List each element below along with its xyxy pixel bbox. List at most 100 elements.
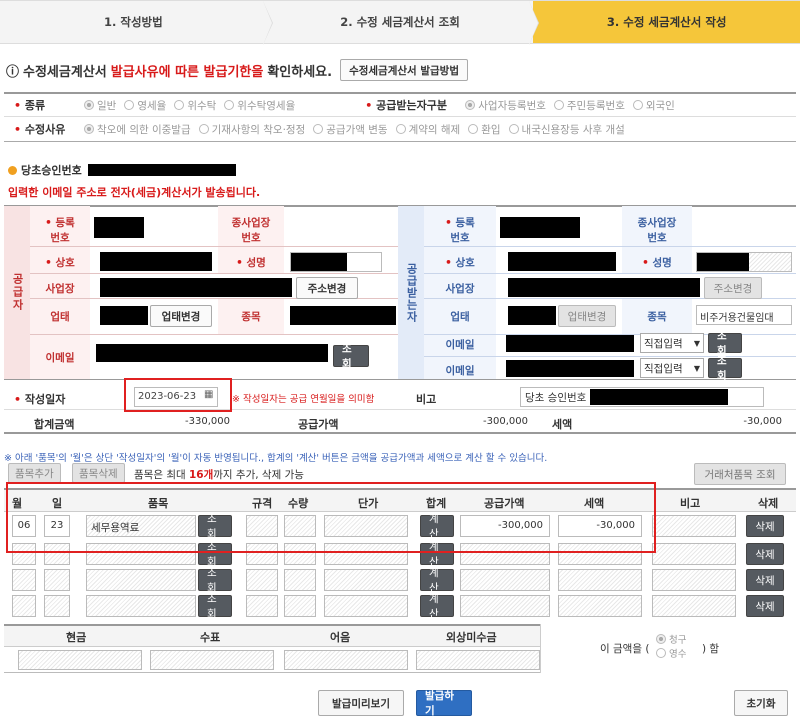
supplier-biztype-change-button[interactable]: 업태변경 bbox=[150, 305, 212, 327]
buyer-email2-lookup-button[interactable]: 조회 bbox=[708, 355, 742, 382]
supplier-item-value bbox=[290, 306, 396, 325]
payment-note-label: 어음 bbox=[330, 631, 351, 644]
email-notice: 입력한 이메일 주소로 전자(세금)계산서가 발송됩니다. bbox=[8, 186, 261, 199]
type-zero-rate-radio[interactable]: 영세율 bbox=[124, 98, 166, 113]
buyer-biztype-value bbox=[508, 306, 556, 325]
row-delete-button[interactable]: 삭제 bbox=[746, 543, 784, 565]
day-field[interactable] bbox=[44, 569, 70, 591]
spec-field[interactable] bbox=[246, 569, 278, 591]
payment-note-field[interactable] bbox=[284, 650, 408, 670]
supplier-address-value bbox=[100, 278, 292, 297]
item-lookup-button[interactable]: 조회 bbox=[198, 567, 232, 594]
reason-duplicate-radio[interactable]: 착오에 의한 이중발급 bbox=[84, 122, 191, 137]
supply-amount-field[interactable] bbox=[460, 595, 550, 617]
bullet-icon bbox=[8, 165, 17, 175]
recipient-bizno-radio[interactable]: 사업자등록번호 bbox=[465, 98, 546, 113]
buyer-email2-select[interactable]: 직접입력 ▼ bbox=[640, 358, 704, 378]
payment-check-field[interactable] bbox=[150, 650, 274, 670]
supplier-side-label: 공급자 bbox=[4, 206, 30, 379]
payment-cash-label: 현금 bbox=[66, 631, 87, 644]
payment-receipt-radio[interactable]: 영수 bbox=[656, 646, 686, 660]
calc-button[interactable]: 계산 bbox=[420, 593, 454, 620]
reason-lc-radio[interactable]: 내국신용장등 사후 개설 bbox=[508, 122, 625, 137]
row-delete-button[interactable]: 삭제 bbox=[746, 515, 784, 537]
remark-item-field[interactable] bbox=[652, 515, 736, 537]
reason-correction-radio[interactable]: 기재사항의 착오·정정 bbox=[198, 122, 305, 137]
issue-button[interactable]: 발급하기 bbox=[416, 690, 472, 717]
type-consign-zero-radio[interactable]: 위수탁영세율 bbox=[224, 98, 295, 113]
unit-price-field[interactable] bbox=[324, 569, 408, 591]
supplier-email-lookup-button[interactable]: 조회 bbox=[333, 343, 369, 370]
issue-method-button[interactable]: 수정세금계산서 발급방법 bbox=[340, 59, 468, 81]
remark-item-field[interactable] bbox=[652, 569, 736, 591]
item-name-field[interactable] bbox=[86, 569, 196, 591]
supplier-rep-field[interactable] bbox=[290, 252, 382, 272]
reason-cancel-radio[interactable]: 계약의 해제 bbox=[395, 122, 460, 137]
qty-field[interactable] bbox=[284, 595, 316, 617]
buyer-email1-lookup-button[interactable]: 조회 bbox=[708, 330, 742, 357]
month-field[interactable] bbox=[12, 595, 36, 617]
buyer-regno-label: • 등록 번호 bbox=[445, 217, 475, 244]
delete-item-button[interactable]: 품목삭제 bbox=[72, 463, 125, 483]
tax-amount-field[interactable] bbox=[558, 595, 642, 617]
add-item-button[interactable]: 품목추가 bbox=[8, 463, 61, 483]
supplier-name-label: • 상호 bbox=[45, 257, 75, 269]
type-consign-radio[interactable]: 위수탁 bbox=[174, 98, 216, 113]
items-notice: ※ 아래 '품목'의 '월'은 상단 '작성일자'의 '월'이 자동 반영됩니다… bbox=[4, 453, 548, 464]
recipient-rrn-radio[interactable]: 주민등록번호 bbox=[553, 98, 625, 113]
type-general-radio[interactable]: 일반 bbox=[84, 98, 116, 113]
unit-price-field[interactable] bbox=[324, 595, 408, 617]
buyer-email1-select[interactable]: 직접입력 ▼ bbox=[640, 333, 704, 353]
supplier-rep-label: • 성명 bbox=[236, 257, 266, 269]
reason-return-radio[interactable]: 환입 bbox=[468, 122, 501, 137]
recipient-foreigner-radio[interactable]: 외국인 bbox=[632, 98, 675, 113]
buyer-branch-label: 종사업장 번호 bbox=[637, 217, 677, 244]
day-field[interactable] bbox=[44, 595, 70, 617]
payment-claim-radio[interactable]: 청구 bbox=[656, 632, 686, 646]
step-3-active: 3. 수정 세금계산서 작성 bbox=[533, 0, 800, 44]
tax-label: 세액 bbox=[552, 418, 573, 431]
supplier-name-value bbox=[100, 252, 212, 271]
supply-label: 공급가액 bbox=[298, 418, 339, 431]
row-delete-button[interactable]: 삭제 bbox=[746, 595, 784, 617]
supplier-address-change-button[interactable]: 주소변경 bbox=[296, 277, 358, 299]
approval-number-value bbox=[87, 164, 236, 176]
month-field[interactable] bbox=[12, 569, 36, 591]
trade-item-lookup-button[interactable]: 거래처품목 조회 bbox=[694, 463, 786, 485]
date-highlight-box bbox=[124, 378, 232, 412]
supplier-email-value bbox=[96, 344, 328, 362]
payment-cash-field[interactable] bbox=[18, 650, 142, 670]
buyer-item-field[interactable]: 비주거용건물임대 bbox=[696, 305, 792, 325]
buyer-name-value bbox=[508, 252, 616, 271]
item-name-field[interactable] bbox=[86, 595, 196, 617]
buyer-rep-label: • 성명 bbox=[642, 257, 672, 269]
remark-item-field[interactable] bbox=[652, 595, 736, 617]
supplier-biztype-label: 업태 bbox=[50, 311, 70, 323]
supply-amount: -300,000 bbox=[483, 416, 528, 427]
tax-amount-field[interactable] bbox=[558, 569, 642, 591]
qty-field[interactable] bbox=[284, 569, 316, 591]
spec-field[interactable] bbox=[246, 595, 278, 617]
reset-button[interactable]: 초기화 bbox=[734, 690, 788, 716]
supplier-branch-label: 종사업장 번호 bbox=[231, 217, 271, 244]
buyer-biztype-change-button[interactable]: 업태변경 bbox=[558, 305, 616, 327]
info-circle-icon: ⓘ bbox=[6, 64, 20, 80]
calc-button[interactable]: 계산 bbox=[420, 567, 454, 594]
date-label: • 작성일자 bbox=[14, 393, 66, 406]
buyer-address-change-button[interactable]: 주소변경 bbox=[704, 277, 762, 299]
reason-price-change-radio[interactable]: 공급가액 변동 bbox=[313, 122, 388, 137]
remark-item-field[interactable] bbox=[652, 543, 736, 565]
buyer-email1-value bbox=[506, 335, 634, 352]
remark-field[interactable]: 당초 승인번호 bbox=[520, 387, 764, 407]
payment-credit-field[interactable] bbox=[416, 650, 540, 670]
step-progress: 1. 작성방법 2. 수정 세금계산서 조회 3. 수정 세금계산서 작성 bbox=[0, 0, 800, 45]
item-lookup-button[interactable]: 조회 bbox=[198, 593, 232, 620]
row-delete-button[interactable]: 삭제 bbox=[746, 569, 784, 591]
supply-amount-field[interactable] bbox=[460, 569, 550, 591]
buyer-item-label: 종목 bbox=[647, 311, 667, 323]
buyer-rep-field[interactable] bbox=[696, 252, 792, 272]
buyer-regno-value bbox=[500, 217, 580, 238]
buyer-address-value bbox=[508, 278, 700, 297]
preview-button[interactable]: 발급미리보기 bbox=[318, 690, 404, 716]
payment-prefix: 이 금액을 ( bbox=[600, 643, 650, 655]
